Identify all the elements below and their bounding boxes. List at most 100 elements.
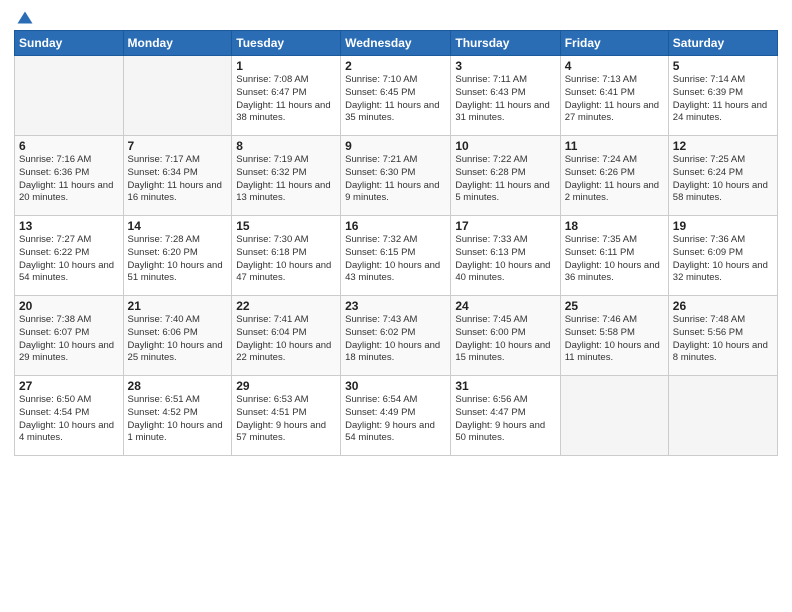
calendar-cell: 17Sunrise: 7:33 AM Sunset: 6:13 PM Dayli… <box>451 216 560 296</box>
calendar-cell: 11Sunrise: 7:24 AM Sunset: 6:26 PM Dayli… <box>560 136 668 216</box>
calendar-cell: 29Sunrise: 6:53 AM Sunset: 4:51 PM Dayli… <box>232 376 341 456</box>
day-number: 16 <box>345 219 446 233</box>
calendar-cell <box>15 56 124 136</box>
day-info: Sunrise: 6:54 AM Sunset: 4:49 PM Dayligh… <box>345 394 446 445</box>
day-number: 17 <box>455 219 555 233</box>
day-info: Sunrise: 7:38 AM Sunset: 6:07 PM Dayligh… <box>19 314 119 365</box>
logo-icon <box>16 10 34 28</box>
calendar-week-3: 13Sunrise: 7:27 AM Sunset: 6:22 PM Dayli… <box>15 216 778 296</box>
calendar-cell <box>123 56 232 136</box>
calendar-cell: 30Sunrise: 6:54 AM Sunset: 4:49 PM Dayli… <box>341 376 451 456</box>
calendar-cell: 3Sunrise: 7:11 AM Sunset: 6:43 PM Daylig… <box>451 56 560 136</box>
calendar-cell: 21Sunrise: 7:40 AM Sunset: 6:06 PM Dayli… <box>123 296 232 376</box>
day-info: Sunrise: 7:21 AM Sunset: 6:30 PM Dayligh… <box>345 154 446 205</box>
day-number: 19 <box>673 219 773 233</box>
day-info: Sunrise: 7:48 AM Sunset: 5:56 PM Dayligh… <box>673 314 773 365</box>
calendar-cell: 4Sunrise: 7:13 AM Sunset: 6:41 PM Daylig… <box>560 56 668 136</box>
calendar-cell: 10Sunrise: 7:22 AM Sunset: 6:28 PM Dayli… <box>451 136 560 216</box>
logo-text <box>14 10 34 28</box>
day-info: Sunrise: 7:22 AM Sunset: 6:28 PM Dayligh… <box>455 154 555 205</box>
calendar-cell: 18Sunrise: 7:35 AM Sunset: 6:11 PM Dayli… <box>560 216 668 296</box>
calendar-cell: 5Sunrise: 7:14 AM Sunset: 6:39 PM Daylig… <box>668 56 777 136</box>
day-info: Sunrise: 7:30 AM Sunset: 6:18 PM Dayligh… <box>236 234 336 285</box>
calendar-cell: 26Sunrise: 7:48 AM Sunset: 5:56 PM Dayli… <box>668 296 777 376</box>
day-info: Sunrise: 6:51 AM Sunset: 4:52 PM Dayligh… <box>128 394 228 445</box>
day-info: Sunrise: 7:25 AM Sunset: 6:24 PM Dayligh… <box>673 154 773 205</box>
header <box>14 10 778 26</box>
day-number: 12 <box>673 139 773 153</box>
calendar-cell: 28Sunrise: 6:51 AM Sunset: 4:52 PM Dayli… <box>123 376 232 456</box>
day-info: Sunrise: 7:27 AM Sunset: 6:22 PM Dayligh… <box>19 234 119 285</box>
calendar-cell: 16Sunrise: 7:32 AM Sunset: 6:15 PM Dayli… <box>341 216 451 296</box>
day-info: Sunrise: 7:40 AM Sunset: 6:06 PM Dayligh… <box>128 314 228 365</box>
day-info: Sunrise: 7:33 AM Sunset: 6:13 PM Dayligh… <box>455 234 555 285</box>
day-number: 4 <box>565 59 664 73</box>
day-info: Sunrise: 7:35 AM Sunset: 6:11 PM Dayligh… <box>565 234 664 285</box>
calendar-cell: 8Sunrise: 7:19 AM Sunset: 6:32 PM Daylig… <box>232 136 341 216</box>
calendar-cell: 13Sunrise: 7:27 AM Sunset: 6:22 PM Dayli… <box>15 216 124 296</box>
day-number: 14 <box>128 219 228 233</box>
day-number: 9 <box>345 139 446 153</box>
day-info: Sunrise: 7:46 AM Sunset: 5:58 PM Dayligh… <box>565 314 664 365</box>
day-number: 31 <box>455 379 555 393</box>
day-number: 23 <box>345 299 446 313</box>
day-info: Sunrise: 7:17 AM Sunset: 6:34 PM Dayligh… <box>128 154 228 205</box>
day-number: 21 <box>128 299 228 313</box>
day-info: Sunrise: 7:28 AM Sunset: 6:20 PM Dayligh… <box>128 234 228 285</box>
day-number: 7 <box>128 139 228 153</box>
day-number: 28 <box>128 379 228 393</box>
calendar-cell: 9Sunrise: 7:21 AM Sunset: 6:30 PM Daylig… <box>341 136 451 216</box>
calendar: SundayMondayTuesdayWednesdayThursdayFrid… <box>14 30 778 456</box>
calendar-week-5: 27Sunrise: 6:50 AM Sunset: 4:54 PM Dayli… <box>15 376 778 456</box>
day-number: 30 <box>345 379 446 393</box>
calendar-cell: 25Sunrise: 7:46 AM Sunset: 5:58 PM Dayli… <box>560 296 668 376</box>
calendar-cell: 7Sunrise: 7:17 AM Sunset: 6:34 PM Daylig… <box>123 136 232 216</box>
day-number: 13 <box>19 219 119 233</box>
day-info: Sunrise: 7:24 AM Sunset: 6:26 PM Dayligh… <box>565 154 664 205</box>
day-info: Sunrise: 7:43 AM Sunset: 6:02 PM Dayligh… <box>345 314 446 365</box>
day-info: Sunrise: 7:16 AM Sunset: 6:36 PM Dayligh… <box>19 154 119 205</box>
calendar-cell <box>668 376 777 456</box>
day-info: Sunrise: 7:36 AM Sunset: 6:09 PM Dayligh… <box>673 234 773 285</box>
day-info: Sunrise: 7:19 AM Sunset: 6:32 PM Dayligh… <box>236 154 336 205</box>
logo <box>14 10 34 26</box>
day-number: 15 <box>236 219 336 233</box>
page: SundayMondayTuesdayWednesdayThursdayFrid… <box>0 0 792 612</box>
day-number: 29 <box>236 379 336 393</box>
calendar-cell: 24Sunrise: 7:45 AM Sunset: 6:00 PM Dayli… <box>451 296 560 376</box>
day-info: Sunrise: 6:53 AM Sunset: 4:51 PM Dayligh… <box>236 394 336 445</box>
calendar-header-thursday: Thursday <box>451 31 560 56</box>
calendar-cell: 31Sunrise: 6:56 AM Sunset: 4:47 PM Dayli… <box>451 376 560 456</box>
calendar-cell: 14Sunrise: 7:28 AM Sunset: 6:20 PM Dayli… <box>123 216 232 296</box>
day-number: 8 <box>236 139 336 153</box>
day-number: 20 <box>19 299 119 313</box>
day-number: 1 <box>236 59 336 73</box>
day-number: 5 <box>673 59 773 73</box>
day-number: 25 <box>565 299 664 313</box>
day-info: Sunrise: 7:10 AM Sunset: 6:45 PM Dayligh… <box>345 74 446 125</box>
calendar-header-sunday: Sunday <box>15 31 124 56</box>
calendar-header-monday: Monday <box>123 31 232 56</box>
day-info: Sunrise: 6:56 AM Sunset: 4:47 PM Dayligh… <box>455 394 555 445</box>
calendar-header-saturday: Saturday <box>668 31 777 56</box>
calendar-week-1: 1Sunrise: 7:08 AM Sunset: 6:47 PM Daylig… <box>15 56 778 136</box>
day-number: 10 <box>455 139 555 153</box>
day-number: 6 <box>19 139 119 153</box>
calendar-header-row: SundayMondayTuesdayWednesdayThursdayFrid… <box>15 31 778 56</box>
calendar-cell: 27Sunrise: 6:50 AM Sunset: 4:54 PM Dayli… <box>15 376 124 456</box>
day-info: Sunrise: 7:14 AM Sunset: 6:39 PM Dayligh… <box>673 74 773 125</box>
calendar-cell <box>560 376 668 456</box>
calendar-header-friday: Friday <box>560 31 668 56</box>
day-info: Sunrise: 7:41 AM Sunset: 6:04 PM Dayligh… <box>236 314 336 365</box>
day-number: 26 <box>673 299 773 313</box>
day-number: 27 <box>19 379 119 393</box>
calendar-cell: 6Sunrise: 7:16 AM Sunset: 6:36 PM Daylig… <box>15 136 124 216</box>
calendar-cell: 20Sunrise: 7:38 AM Sunset: 6:07 PM Dayli… <box>15 296 124 376</box>
day-info: Sunrise: 7:13 AM Sunset: 6:41 PM Dayligh… <box>565 74 664 125</box>
day-info: Sunrise: 7:11 AM Sunset: 6:43 PM Dayligh… <box>455 74 555 125</box>
day-info: Sunrise: 7:08 AM Sunset: 6:47 PM Dayligh… <box>236 74 336 125</box>
calendar-week-2: 6Sunrise: 7:16 AM Sunset: 6:36 PM Daylig… <box>15 136 778 216</box>
day-number: 22 <box>236 299 336 313</box>
day-info: Sunrise: 7:45 AM Sunset: 6:00 PM Dayligh… <box>455 314 555 365</box>
day-info: Sunrise: 6:50 AM Sunset: 4:54 PM Dayligh… <box>19 394 119 445</box>
